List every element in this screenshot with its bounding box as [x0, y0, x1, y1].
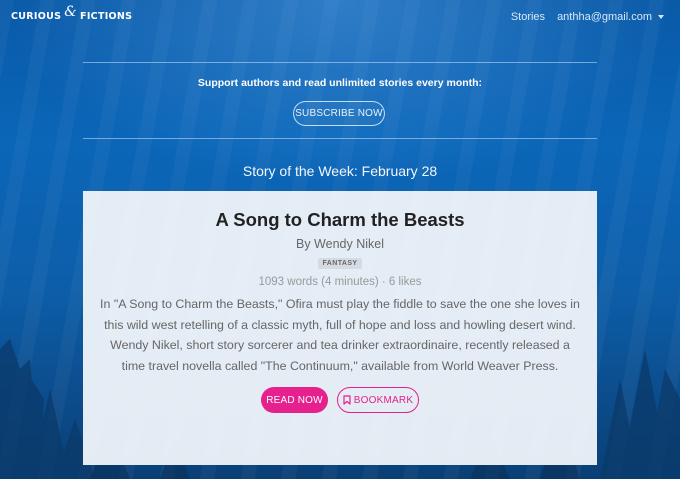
- story-actions: READ NOW BOOKMARK: [83, 387, 597, 413]
- bookmark-button[interactable]: BOOKMARK: [337, 387, 419, 413]
- bookmark-label: BOOKMARK: [353, 394, 414, 406]
- divider-bottom: [83, 138, 597, 139]
- site-logo[interactable]: CURIOUS & FICTIONS: [11, 5, 133, 22]
- support-message: Support authors and read unlimited stori…: [197, 77, 483, 89]
- story-blurb: In "A Song to Charm the Beasts," Ofira m…: [100, 297, 580, 373]
- story-author[interactable]: By Wendy Nikel: [83, 237, 597, 251]
- top-navbar: CURIOUS & FICTIONS Stories anthha@gmail.…: [0, 0, 680, 36]
- read-now-button[interactable]: READ NOW: [261, 387, 328, 413]
- bookmark-icon: [343, 395, 351, 405]
- divider-top: [83, 62, 597, 63]
- story-card: A Song to Charm the Beasts By Wendy Nike…: [83, 191, 597, 465]
- story-title[interactable]: A Song to Charm the Beasts: [83, 209, 597, 231]
- nav-links: Stories anthha@gmail.com: [499, 11, 664, 23]
- logo-word-fictions: FICTIONS: [80, 11, 133, 22]
- story-meta: 1093 words (4 minutes) · 6 likes: [258, 276, 422, 288]
- genre-tag[interactable]: FANTASY: [317, 258, 363, 269]
- logo-word-curious: CURIOUS: [11, 11, 62, 22]
- nav-stories-link[interactable]: Stories: [511, 11, 545, 23]
- account-menu[interactable]: anthha@gmail.com: [557, 11, 664, 23]
- story-of-week-heading: Story of the Week: February 28: [242, 163, 438, 179]
- account-email: anthha@gmail.com: [557, 11, 652, 23]
- subscribe-button[interactable]: SUBSCRIBE NOW: [293, 101, 385, 126]
- chevron-down-icon: [658, 15, 664, 20]
- logo-ampersand: &: [64, 4, 78, 20]
